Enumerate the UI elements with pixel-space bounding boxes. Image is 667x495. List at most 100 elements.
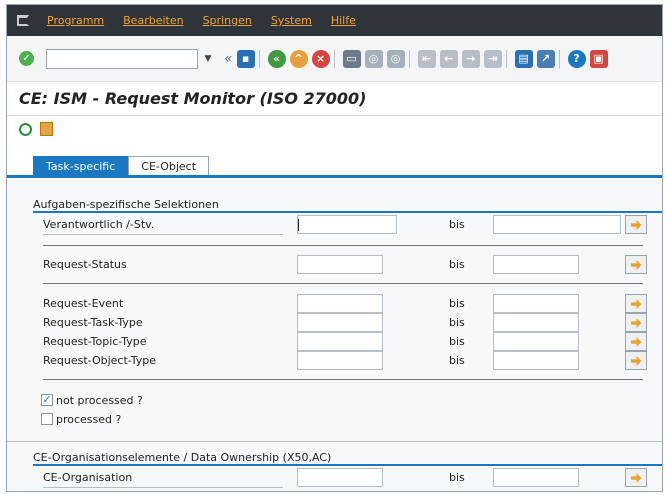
back-icon[interactable]: « [267, 49, 286, 68]
verantwortlich-from-input[interactable] [297, 215, 397, 234]
field-label: Request-Topic-Type [43, 335, 147, 348]
multiple-selection-button[interactable] [625, 332, 647, 351]
verantwortlich-to-input[interactable] [493, 215, 621, 234]
group-boundary [7, 441, 662, 442]
prev-page-icon[interactable]: ← [439, 49, 458, 68]
tab-ce-object[interactable]: CE-Object [128, 156, 210, 176]
cancel-icon[interactable]: × [311, 49, 330, 68]
variant-icon[interactable] [40, 122, 53, 136]
save-icon[interactable]: ▪ [236, 49, 255, 68]
menu-system[interactable]: System [271, 14, 312, 27]
select-row-verantwortlich: Verantwortlich /-Stv. bis [43, 215, 653, 235]
multiple-selection-button[interactable] [625, 468, 647, 487]
title-bar: CE: ISM - Request Monitor (ISO 27000) [7, 82, 662, 116]
arrow-right-icon [630, 356, 642, 366]
request-status-from-input[interactable] [297, 255, 383, 274]
standard-toolbar: ✓ ▼ « ▪ « ^ × ▭ ◎ ◎ ⇤ ← → ⇥ ▤ ↗ ? ▣ [7, 36, 662, 82]
multiple-selection-button[interactable] [625, 351, 647, 370]
group-title-ce-organisation: CE-Organisationselemente / Data Ownershi… [33, 451, 332, 464]
ce-organisation-from-input[interactable] [297, 468, 383, 487]
bis-label: bis [449, 316, 465, 329]
request-topic-type-from-input[interactable] [297, 332, 383, 351]
field-label: Request-Object-Type [43, 354, 157, 367]
menu-bar: Programm Bearbeiten Springen System Hilf… [7, 5, 662, 36]
field-label: Request-Task-Type [43, 316, 143, 329]
find-icon[interactable]: ◎ [364, 49, 383, 68]
request-task-type-to-input[interactable] [493, 313, 579, 332]
field-label: Request-Status [43, 258, 127, 271]
last-page-icon[interactable]: ⇥ [483, 49, 502, 68]
find-next-icon[interactable]: ◎ [386, 49, 405, 68]
menu-bearbeiten[interactable]: Bearbeiten [123, 14, 183, 27]
checkbox-label: not processed ? [56, 393, 143, 407]
toolbar-separator [505, 49, 507, 68]
select-row-request-status: Request-Status bis [43, 255, 653, 274]
bis-label: bis [449, 471, 465, 484]
arrow-right-icon [630, 220, 642, 230]
ce-organisation-to-input[interactable] [493, 468, 579, 487]
tab-strip: Task-specific CE-Object [33, 156, 210, 176]
bis-label: bis [449, 297, 465, 310]
page-title: CE: ISM - Request Monitor (ISO 27000) [19, 89, 367, 108]
processed-checkbox[interactable]: processed ? [41, 412, 121, 426]
request-status-to-input[interactable] [493, 255, 579, 274]
row-separator [43, 245, 643, 246]
sap-window: Programm Bearbeiten Springen System Hilf… [6, 4, 663, 492]
request-object-type-to-input[interactable] [493, 351, 579, 370]
arrow-right-icon [630, 299, 642, 309]
layout-icon[interactable]: ▣ [589, 49, 608, 68]
toolbar-separator [558, 49, 560, 68]
execute-icon[interactable] [19, 122, 32, 136]
not-processed-checkbox[interactable]: ✓ not processed ? [41, 393, 143, 407]
chevron-down-icon[interactable]: ▼ [200, 49, 216, 69]
selection-screen: Aufgaben-spezifische Selektionen Verantw… [7, 178, 662, 491]
select-row-request-object-type: Request-Object-Type bis [43, 351, 653, 370]
checkbox-unchecked[interactable] [41, 413, 53, 425]
toolbar-separator [333, 49, 335, 68]
menu-hilfe[interactable]: Hilfe [331, 14, 356, 27]
first-page-icon[interactable]: ⇤ [417, 49, 436, 68]
request-event-to-input[interactable] [493, 294, 579, 313]
help-icon[interactable]: ? [567, 49, 586, 68]
group-title-task-selections: Aufgaben-spezifische Selektionen [33, 198, 219, 211]
exit-icon[interactable]: ^ [289, 49, 308, 68]
bis-label: bis [449, 335, 465, 348]
ok-icon[interactable]: ✓ [19, 51, 34, 66]
field-label: CE-Organisation [43, 468, 283, 488]
command-field[interactable] [46, 48, 198, 69]
new-session-icon[interactable]: ▤ [514, 49, 533, 68]
print-icon[interactable]: ▭ [342, 49, 361, 68]
request-object-type-from-input[interactable] [297, 351, 383, 370]
toolbar-separator [258, 49, 260, 68]
request-task-type-from-input[interactable] [297, 313, 383, 332]
collapse-toolbar-icon[interactable]: « [224, 51, 233, 67]
checkbox-checked[interactable]: ✓ [41, 394, 53, 406]
toolbar-separator [408, 49, 410, 68]
checkbox-label: processed ? [56, 412, 122, 426]
application-toolbar [7, 117, 662, 141]
request-topic-type-to-input[interactable] [493, 332, 579, 351]
multiple-selection-button[interactable] [625, 215, 647, 234]
multiple-selection-button[interactable] [625, 255, 647, 274]
next-page-icon[interactable]: → [461, 49, 480, 68]
arrow-right-icon [630, 260, 642, 270]
multiple-selection-button[interactable] [625, 313, 647, 332]
select-row-ce-organisation: CE-Organisation bis [43, 468, 653, 488]
system-menu-icon[interactable] [17, 15, 29, 26]
select-row-request-task-type: Request-Task-Type bis [43, 313, 653, 332]
request-event-from-input[interactable] [297, 294, 383, 313]
field-label: Request-Event [43, 297, 124, 310]
bis-label: bis [449, 258, 465, 271]
group-divider [33, 464, 662, 466]
tab-task-specific[interactable]: Task-specific [33, 156, 129, 176]
multiple-selection-button[interactable] [625, 294, 647, 313]
menu-programm[interactable]: Programm [47, 14, 104, 27]
group-divider [33, 211, 662, 213]
bis-label: bis [449, 354, 465, 367]
arrow-right-icon [630, 337, 642, 347]
menu-springen[interactable]: Springen [203, 14, 252, 27]
shortcut-icon[interactable]: ↗ [536, 49, 555, 68]
select-row-request-event: Request-Event bis [43, 294, 653, 313]
arrow-right-icon [630, 318, 642, 328]
field-label: Verantwortlich /-Stv. [43, 215, 283, 235]
